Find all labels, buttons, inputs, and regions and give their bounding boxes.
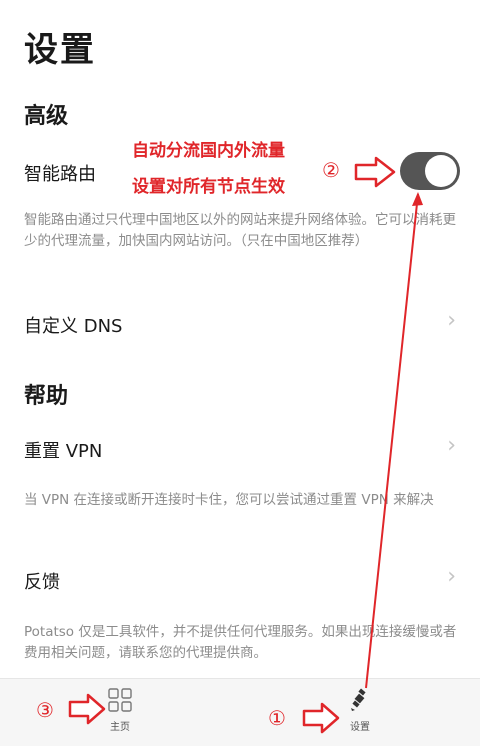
connector-line [365,193,419,689]
feedback-chevron-icon: › [447,564,456,589]
tab-bar [0,678,480,746]
custom-dns-label[interactable]: 自定义 DNS [24,312,122,338]
smart-route-toggle[interactable] [400,152,460,190]
reset-vpn-chevron-icon: › [447,433,456,458]
reset-vpn-label[interactable]: 重置 VPN [24,437,102,463]
arrow-to-toggle [354,156,396,188]
satellite-icon [351,688,366,711]
annotation-marker-3: ③ [36,698,54,722]
feedback-label[interactable]: 反馈 [24,568,60,594]
annotation-line2: 设置对所有节点生效 [132,177,285,197]
tab-home[interactable]: 主页 [96,688,144,738]
reset-vpn-description: 当 VPN 在连接或断开连接时卡住，您可以尝试通过重置 VPN 来解决 [24,492,434,508]
annotation-marker-1: ① [268,706,286,730]
smart-route-label: 智能路由 [24,164,96,185]
tab-home-label: 主页 [110,722,130,733]
grid-icon [108,688,132,712]
section-title-help: 帮助 [24,384,69,409]
tab-settings-label: 设置 [350,722,370,733]
section-title-advanced: 高级 [24,104,69,129]
page-title: 设置 [24,30,96,70]
toggle-knob [425,155,457,187]
tab-settings[interactable]: 设置 [336,688,384,738]
annotation-marker-2: ② [322,158,340,182]
smart-route-description: 智能路由通过只代理中国地区以外的网站来提升网络体验。它可以消耗更少的代理流量，加… [24,212,456,249]
disclaimer-text: Potatso 仅是工具软件，并不提供任何代理服务。如果出现连接缓慢或者费用相关… [24,624,457,661]
annotation-line1: 自动分流国内外流量 [132,141,285,161]
custom-dns-chevron-icon: › [447,308,456,333]
connector-arrowhead [412,192,423,206]
